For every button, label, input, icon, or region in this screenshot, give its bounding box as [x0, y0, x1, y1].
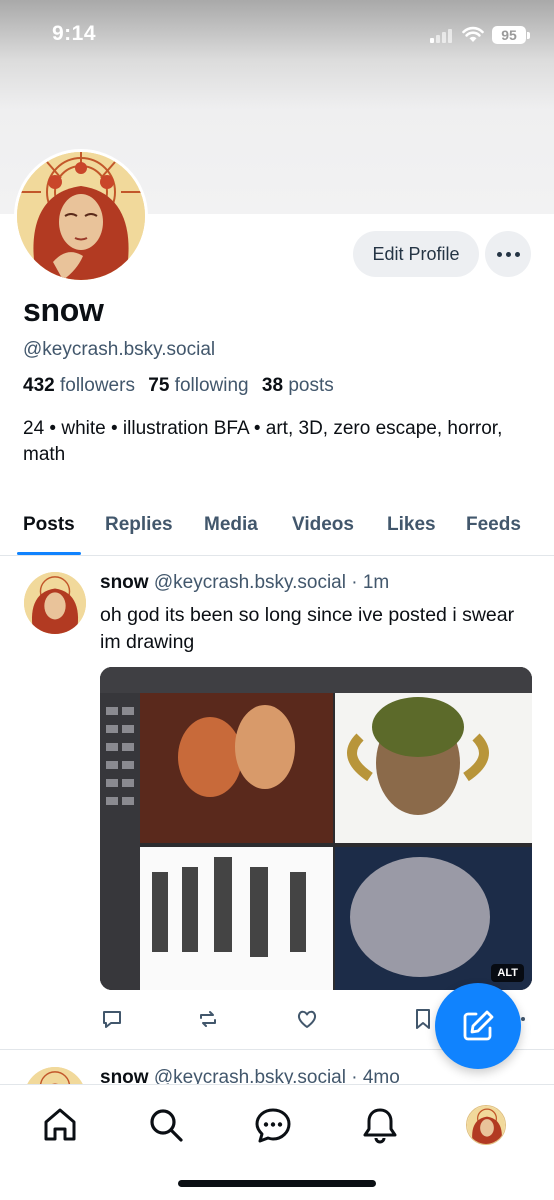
post-author-handle[interactable]: @keycrash.bsky.social: [154, 572, 346, 593]
post-text: oh god its been so long since ive posted…: [100, 604, 515, 653]
like-icon[interactable]: [295, 1007, 319, 1031]
wifi-icon: [462, 26, 484, 42]
home-icon[interactable]: [40, 1105, 80, 1145]
tab-posts[interactable]: Posts: [23, 514, 75, 536]
following-label: following: [174, 375, 249, 396]
profile-handle: @keycrash.bsky.social: [23, 339, 216, 360]
status-time: 9:14: [52, 22, 97, 45]
feed-post[interactable]: snow @keycrash.bsky.social · 1m oh god i…: [0, 557, 554, 1050]
repost-icon[interactable]: [196, 1007, 220, 1031]
compose-icon: [463, 1010, 494, 1041]
post-timestamp: 1m: [362, 572, 390, 593]
notifications-icon[interactable]: [360, 1105, 400, 1145]
reply-icon[interactable]: [100, 1007, 124, 1031]
profile-tabs: Posts Replies Media Videos Likes Feeds: [0, 496, 554, 556]
tab-replies[interactable]: Replies: [105, 514, 173, 536]
tab-media[interactable]: Media: [204, 514, 258, 536]
chat-icon[interactable]: [253, 1105, 293, 1145]
home-indicator: [178, 1180, 376, 1187]
post-image[interactable]: ALT: [100, 667, 532, 990]
posts-label: posts: [288, 375, 334, 396]
tab-videos[interactable]: Videos: [292, 514, 354, 536]
edit-profile-button[interactable]: Edit Profile: [353, 231, 479, 277]
profile-avatar[interactable]: [14, 149, 148, 283]
search-icon[interactable]: [146, 1105, 186, 1145]
alt-badge[interactable]: ALT: [491, 964, 524, 982]
post-separator: ·: [351, 572, 358, 593]
battery-tip: [527, 32, 530, 39]
profile-stats: 432 followers 75 following 38 posts: [23, 375, 334, 397]
bookmark-icon[interactable]: [411, 1007, 435, 1031]
status-bar: 9:14 95: [0, 0, 554, 70]
post-author-name[interactable]: snow: [100, 572, 149, 593]
active-tab-indicator: [17, 552, 81, 555]
followers-link[interactable]: 432 followers: [23, 375, 135, 396]
following-link[interactable]: 75 following: [148, 375, 248, 396]
posts-stat: 38 posts: [262, 375, 334, 396]
ellipsis-icon[interactable]: [485, 231, 531, 277]
profile-bio: 24 • white • illustration BFA • art, 3D,…: [23, 418, 503, 465]
tab-likes[interactable]: Likes: [387, 514, 436, 536]
posts-count: 38: [261, 375, 284, 396]
compose-button[interactable]: [435, 983, 521, 1069]
followers-label: followers: [59, 375, 135, 396]
post-author-avatar[interactable]: [24, 572, 86, 634]
post-header: snow @keycrash.bsky.social · 1m: [100, 572, 389, 594]
following-count: 75: [148, 375, 170, 396]
signal-icon: [430, 27, 456, 43]
profile-avatar[interactable]: [466, 1105, 506, 1145]
followers-count: 432: [23, 375, 55, 396]
display-name: snow: [23, 292, 104, 328]
battery-icon: 95: [492, 26, 526, 44]
tab-feeds[interactable]: Feeds: [466, 514, 521, 536]
